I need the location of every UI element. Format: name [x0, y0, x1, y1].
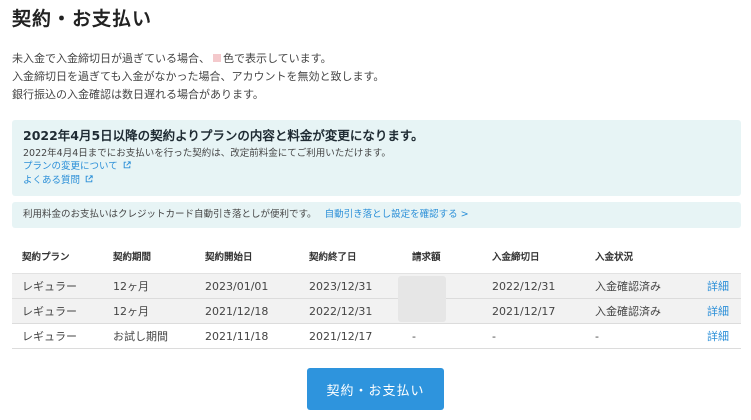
contracts-table: 契約プラン 契約期間 契約開始日 契約終了日 請求額 入金締切日 入金状況 レギ… [12, 238, 741, 349]
status-cell: 入金確認済み [595, 305, 661, 318]
plan-cell: レギュラー [22, 280, 77, 293]
note-line-1-end: 色で表示しています。 [223, 52, 332, 65]
external-link-icon [85, 175, 93, 183]
end-date-cell: 2021/12/17 [309, 329, 373, 343]
status-cell: - [595, 329, 599, 343]
amount-cell: - [412, 329, 416, 343]
note-line-overdue: 未入金で入金締切日が過ぎている場合、 色で表示しています。 [12, 50, 384, 68]
column-header-plan: 契約プラン [22, 251, 70, 263]
note-line-deactivation: 入金締切日を過ぎても入金がなかった場合、アカウントを無効と致します。 [12, 70, 385, 83]
detail-link[interactable]: 詳細 [707, 328, 729, 344]
note-line-bank-transfer: 銀行振込の入金確認は数日遅れる場合があります。 [12, 88, 264, 101]
end-date-cell: 2022/12/31 [309, 304, 373, 318]
plan-cell: レギュラー [22, 305, 77, 318]
table-row: レギュラー お試し期間 2021/11/18 2021/12/17 - - - … [12, 324, 741, 349]
start-date-cell: 2021/11/18 [205, 329, 269, 343]
plan-change-link[interactable]: プランの変更について [23, 160, 730, 174]
deadline-cell: 2021/12/17 [492, 304, 556, 318]
column-header-start-date: 契約開始日 [205, 251, 253, 263]
status-cell: 入金確認済み [595, 280, 661, 293]
detail-link[interactable]: 詳細 [707, 278, 729, 294]
column-header-amount: 請求額 [412, 251, 441, 263]
auto-pay-text: 利用料金のお支払いはクレジットカード自動引き落としが便利です。 [23, 209, 317, 220]
column-header-status: 入金状況 [595, 251, 634, 263]
auto-pay-settings-link[interactable]: 自動引き落とし設定を確認する > [325, 209, 469, 220]
period-cell: お試し期間 [113, 330, 168, 343]
notice-body: 2022年4月4日までにお支払いを行った契約は、改定前料金にてご利用いただけます… [23, 148, 391, 159]
table-row: レギュラー 12ヶ月 2021/12/18 2022/12/31 2021/12… [12, 299, 741, 324]
deadline-cell: 2022/12/31 [492, 279, 556, 293]
notice-title: 2022年4月5日以降の契約よりプランの内容と料金が変更になります。 [23, 128, 424, 143]
plan-change-link-label: プランの変更について [23, 161, 118, 172]
column-header-deadline: 入金締切日 [492, 251, 540, 263]
payment-notes: 未入金で入金締切日が過ぎている場合、 色で表示しています。 入金締切日を過ぎても入… [12, 50, 384, 104]
plan-change-notice: 2022年4月5日以降の契約よりプランの内容と料金が変更になります。 2022年… [12, 120, 741, 196]
auto-pay-banner: 利用料金のお支払いはクレジットカード自動引き落としが便利です。 自動引き落とし設定… [12, 202, 741, 228]
overdue-color-swatch [213, 54, 221, 62]
faq-link[interactable]: よくある質問 [23, 174, 730, 188]
table-header-row: 契約プラン 契約期間 契約開始日 契約終了日 請求額 入金締切日 入金状況 [12, 238, 741, 274]
period-cell: 12ヶ月 [113, 305, 149, 318]
table-row: レギュラー 12ヶ月 2023/01/01 2023/12/31 2022/12… [12, 274, 741, 299]
plan-cell: レギュラー [22, 330, 77, 343]
column-header-end-date: 契約終了日 [309, 251, 357, 263]
external-link-icon [123, 161, 131, 169]
detail-link[interactable]: 詳細 [707, 303, 729, 319]
contract-payment-button[interactable]: 契約・お支払い [307, 368, 444, 410]
deadline-cell: - [492, 329, 496, 343]
column-header-period: 契約期間 [113, 251, 152, 263]
faq-link-label: よくある質問 [23, 175, 81, 186]
redacted-amount-block [398, 276, 446, 322]
start-date-cell: 2023/01/01 [205, 279, 269, 293]
page-title: 契約・お支払い [12, 8, 153, 30]
end-date-cell: 2023/12/31 [309, 279, 373, 293]
start-date-cell: 2021/12/18 [205, 304, 269, 318]
note-line-1-start: 未入金で入金締切日が過ぎている場合、 [12, 52, 210, 65]
period-cell: 12ヶ月 [113, 280, 149, 293]
